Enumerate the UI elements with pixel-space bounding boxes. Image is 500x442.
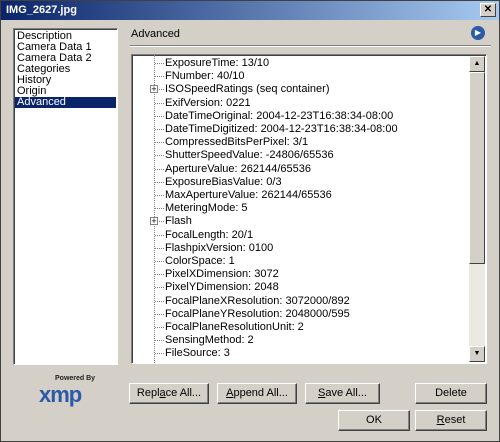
title-bar[interactable]: IMG_2627.jpg ✕ bbox=[1, 1, 499, 20]
flyout-menu-icon[interactable]: ▶ bbox=[471, 26, 485, 40]
tree-connector bbox=[155, 115, 164, 117]
tree-row[interactable]: ExposureTime: 13/10 bbox=[132, 57, 472, 69]
tree-row[interactable]: DateTimeOriginal: 2004-12-23T16:38:34-08… bbox=[132, 110, 472, 122]
file-info-dialog: IMG_2627.jpg ✕ Description Camera Data 1C… bbox=[0, 0, 500, 442]
tree-row[interactable]: FileSource: 3 bbox=[132, 347, 472, 359]
tree-row[interactable]: PixelXDimension: 3072 bbox=[132, 268, 472, 280]
delete-button[interactable]: Delete bbox=[415, 383, 487, 404]
tree-row[interactable]: MaxApertureValue: 262144/65536 bbox=[132, 189, 472, 201]
tree-row-label: ApertureValue: 262144/65536 bbox=[165, 162, 311, 175]
reset-button[interactable]: Reset bbox=[415, 410, 487, 431]
tree-connector bbox=[155, 287, 164, 289]
tree-row[interactable]: MeteringMode: 5 bbox=[132, 202, 472, 214]
tree-row[interactable]: ExposureBiasValue: 0/3 bbox=[132, 176, 472, 188]
tree-row[interactable]: + ISOSpeedRatings (seq container) bbox=[132, 83, 472, 95]
tree-connector bbox=[155, 76, 164, 78]
tree-row-label: FNumber: 40/10 bbox=[165, 70, 245, 83]
tree-row-label: MeteringMode: 5 bbox=[165, 202, 248, 215]
tree-row[interactable]: FocalPlaneYResolution: 2048000/595 bbox=[132, 308, 472, 320]
tree-connector bbox=[155, 155, 164, 157]
category-item[interactable]: Advanced bbox=[15, 97, 116, 108]
tree-row-label: CompressedBitsPerPixel: 3/1 bbox=[165, 136, 309, 149]
tree-row[interactable]: DateTimeDigitized: 2004-12-23T16:38:34-0… bbox=[132, 123, 472, 135]
save-all-button[interactable]: Save All... bbox=[305, 383, 380, 404]
tree-row-label: SensingMethod: 2 bbox=[165, 334, 254, 347]
tree-connector bbox=[155, 340, 164, 342]
tree-connector bbox=[155, 63, 164, 64]
metadata-tree[interactable]: ExposureTime: 13/10 FNumber: 40/10 + ISOSpe… bbox=[131, 54, 487, 364]
tree-row-label: ExposureTime: 13/10 bbox=[165, 57, 270, 69]
tree-row-label: DateTimeDigitized: 2004-12-23T16:38:34-0… bbox=[165, 123, 398, 135]
tree-connector bbox=[155, 300, 164, 302]
vertical-scrollbar[interactable]: ▲ ▼ bbox=[469, 56, 485, 362]
tree-row-label: ColorSpace: 1 bbox=[165, 255, 235, 267]
replace-all-button[interactable]: Replace All... bbox=[129, 383, 209, 404]
panel-heading: Advanced bbox=[131, 28, 180, 40]
tree-row-label: FlashpixVersion: 0100 bbox=[165, 241, 274, 254]
tree-row-label: FileSource: 3 bbox=[165, 347, 230, 360]
tree-row-label: FocalPlaneXResolution: 3072000/892 bbox=[165, 294, 350, 307]
tree-connector bbox=[155, 195, 164, 196]
tree-row[interactable]: CompressedBitsPerPixel: 3/1 bbox=[132, 136, 472, 148]
tree-row-label: PixelXDimension: 3072 bbox=[165, 268, 279, 281]
tree-row-label: PixelYDimension: 2048 bbox=[165, 281, 279, 294]
tree-connector bbox=[155, 313, 164, 315]
tree-row[interactable]: ShutterSpeedValue: -24806/65536 bbox=[132, 149, 472, 161]
tree-connector bbox=[155, 234, 164, 236]
expand-icon[interactable]: + bbox=[150, 85, 158, 94]
tree-row[interactable]: ColorSpace: 1 bbox=[132, 255, 472, 267]
append-all-button[interactable]: Append All... bbox=[217, 383, 297, 404]
tree-row-label: ISOSpeedRatings (seq container) bbox=[165, 83, 330, 96]
tree-connector bbox=[155, 247, 164, 249]
scroll-down-icon[interactable]: ▼ bbox=[469, 346, 485, 362]
tree-connector bbox=[155, 261, 164, 262]
tree-row[interactable]: FNumber: 40/10 bbox=[132, 70, 472, 82]
tree-connector bbox=[155, 129, 164, 130]
tree-row-label: ExposureBiasValue: 0/3 bbox=[165, 175, 282, 188]
tree-row-label: FocalLength: 20/1 bbox=[165, 228, 254, 241]
powered-by-label: Powered By bbox=[55, 375, 96, 382]
close-icon[interactable]: ✕ bbox=[480, 3, 496, 17]
scroll-thumb[interactable] bbox=[469, 72, 485, 264]
heading-divider bbox=[130, 45, 491, 47]
tree-row[interactable]: SensingMethod: 2 bbox=[132, 334, 472, 346]
tree-row-label: FocalPlaneYResolution: 2048000/595 bbox=[165, 307, 350, 320]
tree-connector bbox=[155, 274, 164, 276]
expand-icon[interactable]: + bbox=[150, 217, 158, 226]
tree-row-label: Flash bbox=[165, 215, 192, 228]
tree-row-label: MaxApertureValue: 262144/65536 bbox=[165, 189, 332, 201]
ok-button[interactable]: OK bbox=[338, 410, 410, 431]
tree-row[interactable]: FocalPlaneXResolution: 3072000/892 bbox=[132, 295, 472, 307]
tree-row[interactable]: PixelYDimension: 2048 bbox=[132, 281, 472, 293]
tree-row[interactable]: FocalPlaneResolutionUnit: 2 bbox=[132, 321, 472, 333]
tree-connector bbox=[155, 102, 164, 104]
scroll-up-icon[interactable]: ▲ bbox=[469, 56, 485, 72]
tree-connector bbox=[155, 142, 164, 144]
tree-connector bbox=[155, 181, 164, 183]
tree-row[interactable]: ExifVersion: 0221 bbox=[132, 97, 472, 109]
tree-connector bbox=[155, 208, 164, 210]
tree-row[interactable]: ApertureValue: 262144/65536 bbox=[132, 163, 472, 175]
tree-row-label: DateTimeOriginal: 2004-12-23T16:38:34-08… bbox=[165, 109, 394, 122]
xmp-branding: Powered By xmp bbox=[36, 375, 102, 407]
window-title: IMG_2627.jpg bbox=[6, 4, 77, 16]
tree-connector bbox=[155, 353, 164, 355]
tree-row-label: ExifVersion: 0221 bbox=[165, 96, 251, 109]
tree-row[interactable]: FlashpixVersion: 0100 bbox=[132, 242, 472, 254]
tree-connector bbox=[155, 168, 164, 170]
tree-row-label: FocalPlaneResolutionUnit: 2 bbox=[165, 321, 304, 333]
tree-row[interactable]: FocalLength: 20/1 bbox=[132, 229, 472, 241]
tree-row-label: ShutterSpeedValue: -24806/65536 bbox=[165, 149, 334, 162]
tree-row[interactable]: + Flash bbox=[132, 215, 472, 227]
xmp-logo: xmp bbox=[39, 382, 82, 407]
tree-connector bbox=[155, 327, 164, 328]
category-list[interactable]: Description Camera Data 1 Camera Data 2 Cat… bbox=[13, 28, 118, 365]
